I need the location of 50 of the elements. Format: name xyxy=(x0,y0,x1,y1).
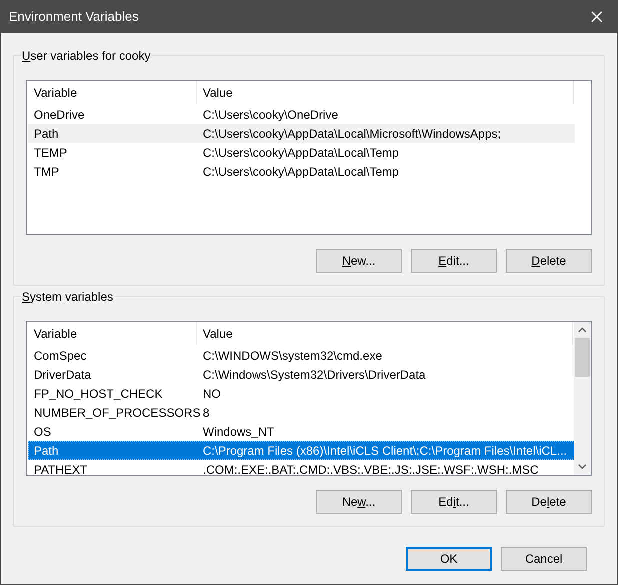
table-cell-text: OneDrive xyxy=(33,106,86,124)
scrollbar-thumb[interactable] xyxy=(575,338,590,377)
table-cell-text: C:\Users\cooky\AppData\Local\Microsoft\WindowsApps; xyxy=(202,126,502,142)
scroll-down-icon[interactable] xyxy=(578,464,587,470)
table-cell-text: ComSpec xyxy=(33,348,88,364)
window-title: Environment Variables xyxy=(9,8,139,26)
table-row[interactable]: OneDrive C:\Users\cooky\OneDrive xyxy=(28,105,575,124)
table-cell-text: C:\Users\cooky\OneDrive xyxy=(202,106,338,124)
column-header[interactable]: Variable xyxy=(28,322,197,345)
table-row[interactable]: TMP C:\Users\cooky\AppData\Local\Temp xyxy=(28,162,575,181)
table-cell-text: NO xyxy=(202,386,221,402)
table-row[interactable]: Path C:\Program Files (x86)\Intel\iCLS Client\;C:\Program Files\Intel\iCL... xyxy=(28,441,575,460)
action-button[interactable]: Delete xyxy=(506,249,592,273)
action-button[interactable]: Edit... xyxy=(411,249,497,273)
table-row[interactable]: ComSpec C:\WINDOWS\system32\cmd.exe xyxy=(28,346,575,365)
table-row[interactable]: NUMBER_OF_PROCESSORS 8 xyxy=(28,403,575,422)
action-button[interactable]: Edit... xyxy=(411,490,497,514)
action-button[interactable]: New... xyxy=(316,490,402,514)
table-cell-text: C:\Users\cooky\AppData\Local\Temp xyxy=(202,144,400,162)
table-row[interactable]: Path C:\Users\cooky\AppData\Local\Microsoft\WindowsApps; xyxy=(28,124,575,143)
table-row[interactable]: OS Windows_NT xyxy=(28,422,575,441)
table-row[interactable]: TEMP C:\Users\cooky\AppData\Local\Temp xyxy=(28,143,575,162)
table-cell-text: PATHEXT xyxy=(33,462,89,475)
table-cell-text: C:\Program Files (x86)\Intel\iCLS Client\;C:\Program Files\Intel\iCL... xyxy=(202,442,568,460)
scroll-up-icon[interactable] xyxy=(578,327,587,333)
table-cell-text: OS xyxy=(33,424,52,440)
ok-button[interactable]: OK xyxy=(406,547,492,571)
table-cell-text: Path xyxy=(33,442,60,460)
table-cell-text: C:\Windows\System32\Drivers\DriverData xyxy=(202,366,426,384)
column-header[interactable]: Variable xyxy=(28,81,197,104)
table-row[interactable]: DriverData C:\Windows\System32\Drivers\DriverData xyxy=(28,365,575,384)
table-row[interactable]: FP_NO_HOST_CHECK NO xyxy=(28,384,575,403)
column-header[interactable]: Value xyxy=(197,81,574,104)
action-button[interactable]: Delete xyxy=(506,490,592,514)
cancel-button[interactable]: Cancel xyxy=(501,547,587,571)
table-row[interactable]: PATHEXT .COM:.EXE:.BAT:.CMD:.VBS:.VBE:.JS:.JSE:.WSF:.WSH:.MSC xyxy=(28,460,575,475)
table-cell-text: DriverData xyxy=(33,366,92,384)
close-icon xyxy=(591,11,603,23)
table-cell-text: 8 xyxy=(202,404,210,422)
action-button[interactable]: New... xyxy=(316,249,402,273)
table-cell-text: C:\Users\cooky\AppData\Local\Temp xyxy=(202,164,400,180)
table-cell-text: Windows_NT xyxy=(202,424,274,440)
table-cell-text: FP_NO_HOST_CHECK xyxy=(33,386,164,402)
table-cell-text: TEMP xyxy=(33,144,68,162)
column-header[interactable]: Value xyxy=(197,322,573,345)
table-cell-text: .COM:.EXE:.BAT:.CMD:.VBS:.VBE:.JS:.JSE:.WSF:.WSH:.MSC xyxy=(202,462,539,475)
scrollbar[interactable] xyxy=(574,322,591,475)
table-cell-text: C:\WINDOWS\system32\cmd.exe xyxy=(202,348,382,364)
table-cell-text: TMP xyxy=(33,164,60,180)
table-cell-text: Path xyxy=(33,126,60,142)
